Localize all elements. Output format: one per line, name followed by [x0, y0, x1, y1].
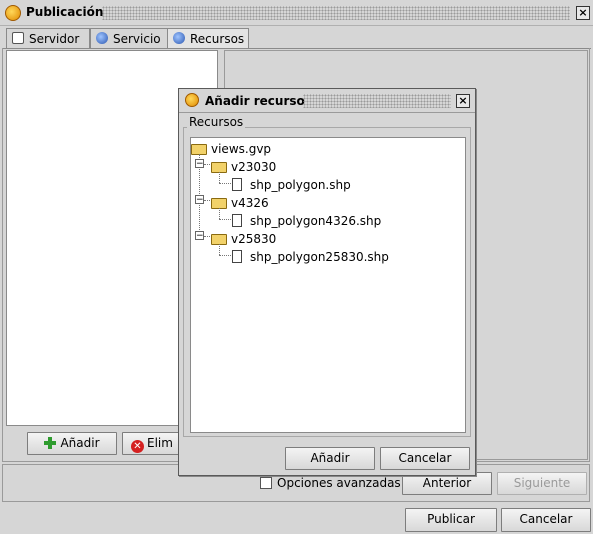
publish-button[interactable]: Publicar — [405, 508, 497, 532]
tree-label: views.gvp — [211, 142, 272, 156]
cancel-button[interactable]: Cancelar — [501, 508, 591, 532]
remove-icon: ✕ — [131, 440, 144, 453]
globe-icon — [96, 32, 108, 44]
title-grip — [102, 6, 570, 20]
tree-label: shp_polygon4326.shp — [250, 214, 382, 228]
app-icon — [5, 5, 21, 21]
tree-line — [219, 208, 220, 219]
add-resource-button[interactable]: Añadir — [27, 432, 117, 455]
monitor-icon — [12, 32, 24, 44]
title-grip — [303, 94, 451, 108]
plus-icon — [44, 437, 57, 449]
tree-line — [204, 236, 210, 237]
dialog-title: Añadir recurso — [205, 94, 305, 108]
tree-line — [219, 183, 231, 184]
tree-line — [219, 219, 231, 220]
close-icon[interactable]: × — [576, 6, 590, 20]
add-label: Añadir — [60, 436, 100, 450]
advanced-options-label: Opciones avanzadas — [277, 476, 401, 490]
remove-label: Elim — [147, 436, 173, 450]
close-icon[interactable]: × — [456, 94, 470, 108]
tree-label: v23030 — [231, 160, 277, 174]
tree-label: shp_polygon25830.shp — [250, 250, 389, 264]
tree-line — [204, 200, 210, 201]
tab-servicio[interactable]: Servicio — [90, 28, 168, 48]
tab-servidor[interactable]: Servidor — [6, 28, 90, 48]
file-icon — [232, 178, 242, 191]
remove-resource-button[interactable]: ✕ Elim — [122, 432, 182, 455]
dialog-add-button[interactable]: Añadir — [285, 447, 375, 470]
next-button[interactable]: Siguiente — [497, 472, 587, 495]
collapse-icon[interactable]: − — [195, 159, 204, 169]
window-title: Publicación — [26, 5, 104, 19]
add-resource-dialog: Añadir recurso × Recursos views.gvp − v2… — [178, 88, 476, 476]
dialog-cancel-button[interactable]: Cancelar — [380, 447, 470, 470]
tree-label: shp_polygon.shp — [250, 178, 351, 192]
collapse-icon[interactable]: − — [195, 231, 204, 241]
advanced-options-checkbox[interactable] — [260, 477, 272, 489]
file-icon — [232, 214, 242, 227]
resources-group-label: Recursos — [187, 115, 246, 129]
tab-label: Servidor — [29, 32, 80, 46]
tab-label: Servicio — [113, 32, 161, 46]
globe-icon — [173, 32, 185, 44]
title-bar: Publicación × — [0, 0, 593, 26]
dialog-title-bar: Añadir recurso × — [179, 89, 475, 113]
tree-line — [219, 255, 231, 256]
tree-label: v4326 — [231, 196, 269, 210]
tree-line — [219, 244, 220, 255]
resource-tree[interactable]: views.gvp − v23030 shp_polygon.shp − v43… — [190, 137, 466, 433]
tree-line — [219, 172, 220, 183]
collapse-icon[interactable]: − — [195, 195, 204, 205]
tab-label: Recursos — [190, 32, 245, 46]
tab-recursos[interactable]: Recursos — [167, 28, 249, 49]
file-icon — [232, 250, 242, 263]
tree-label: v25830 — [231, 232, 277, 246]
app-icon — [185, 93, 199, 107]
tree-line — [204, 164, 210, 165]
